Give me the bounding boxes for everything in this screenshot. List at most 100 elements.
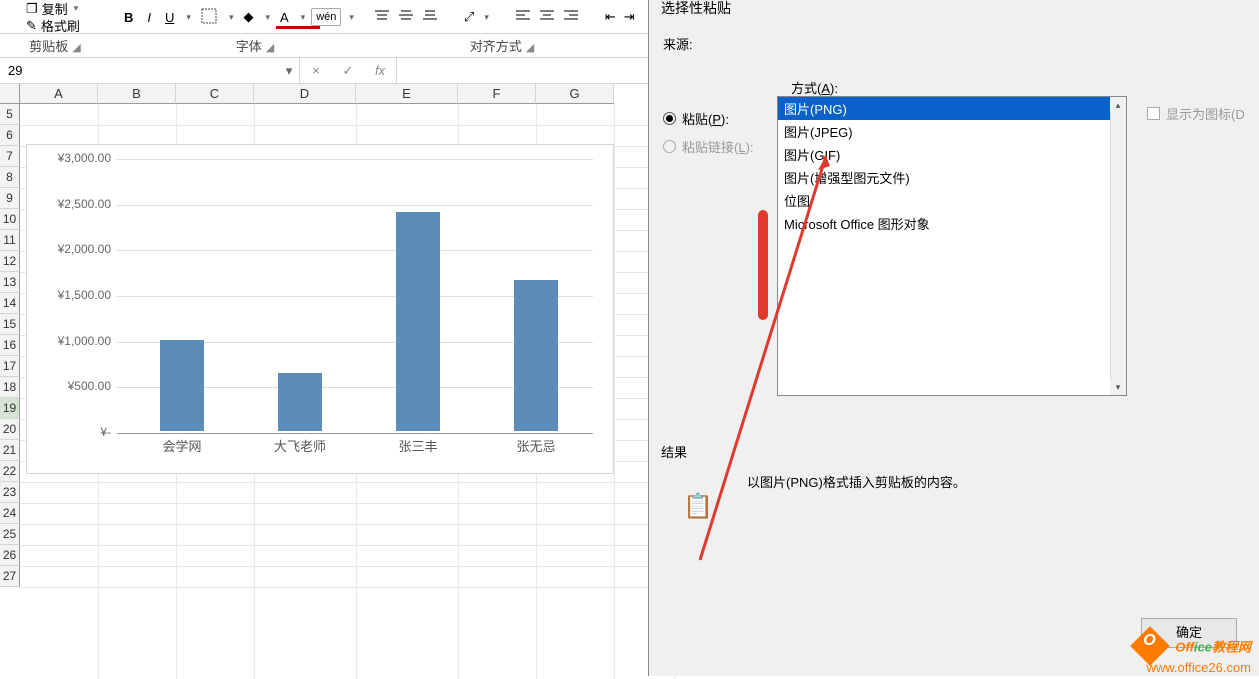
row-header[interactable]: 14 — [0, 293, 20, 314]
dropdown-caret-icon[interactable]: ▾ — [186, 12, 191, 23]
listbox-item[interactable]: 位图 — [778, 189, 1126, 212]
listbox-scrollbar[interactable]: ▴ ▾ — [1110, 97, 1126, 395]
chart-bar[interactable] — [514, 280, 558, 431]
format-painter-label[interactable]: 格式刷 — [41, 16, 80, 34]
checkbox-icon — [1147, 107, 1160, 120]
column-header[interactable]: F — [458, 84, 536, 104]
row-header[interactable]: 26 — [0, 545, 20, 566]
row-header[interactable]: 9 — [0, 188, 20, 209]
column-header[interactable]: D — [254, 84, 356, 104]
row-header[interactable]: 15 — [0, 314, 20, 335]
insert-function-button[interactable]: fx — [364, 63, 396, 78]
phonetic-button[interactable]: wén — [311, 8, 341, 26]
border-button[interactable] — [197, 6, 221, 29]
row-header[interactable]: 16 — [0, 335, 20, 356]
chart-plot-area: ¥-¥500.00¥1,000.00¥1,500.00¥2,000.00¥2,5… — [27, 145, 613, 473]
row-header[interactable]: 22 — [0, 461, 20, 482]
column-headers[interactable]: ABCDEFG — [20, 84, 614, 104]
column-header[interactable]: B — [98, 84, 176, 104]
alignment-group-tools: ⤢ ▾ ⇤ ⇥ — [364, 0, 645, 34]
show-as-icon-label: 显示为图标(D — [1166, 104, 1245, 123]
italic-button[interactable]: I — [143, 8, 155, 27]
row-header[interactable]: 7 — [0, 146, 20, 167]
scroll-up-button[interactable]: ▴ — [1110, 97, 1126, 113]
chart-bar[interactable] — [396, 212, 440, 431]
row-header[interactable]: 12 — [0, 251, 20, 272]
row-header[interactable]: 8 — [0, 167, 20, 188]
bold-button[interactable]: B — [120, 8, 137, 27]
row-header[interactable]: 6 — [0, 125, 20, 146]
align-right-button[interactable] — [563, 9, 579, 26]
align-center-button[interactable] — [539, 9, 555, 26]
listbox-item[interactable]: 图片(增强型图元文件) — [778, 166, 1126, 189]
source-label: 来源: — [663, 34, 1245, 53]
paste-link-radio-row: 粘贴链接(L): — [663, 132, 754, 160]
column-header[interactable]: G — [536, 84, 614, 104]
listbox-item[interactable]: 图片(GIF) — [778, 143, 1126, 166]
row-header[interactable]: 21 — [0, 440, 20, 461]
row-header[interactable]: 13 — [0, 272, 20, 293]
paste-radio-row[interactable]: 粘贴(P): — [663, 104, 754, 132]
align-middle-button[interactable] — [398, 9, 414, 26]
column-header[interactable]: A — [20, 84, 98, 104]
row-header[interactable]: 19 — [0, 398, 20, 419]
row-header[interactable]: 25 — [0, 524, 20, 545]
dropdown-caret-icon[interactable]: ▾ — [229, 12, 234, 23]
row-header[interactable]: 11 — [0, 230, 20, 251]
dropdown-caret-icon[interactable]: ▾ — [279, 63, 299, 79]
column-header[interactable]: C — [176, 84, 254, 104]
y-axis-tick-label: ¥- — [27, 425, 111, 439]
paste-format-listbox[interactable]: ▴ ▾ 图片(PNG)图片(JPEG)图片(GIF)图片(增强型图元文件)位图M… — [777, 96, 1127, 396]
format-painter-icon: ✎ — [26, 18, 37, 34]
dialog-launcher-icon[interactable]: ◢ — [266, 42, 274, 54]
name-box-input[interactable] — [0, 63, 279, 78]
clipboard-group: ❐ 复制 ▾ ✎ 格式刷 — [0, 0, 110, 34]
row-header[interactable]: 20 — [0, 419, 20, 440]
listbox-item[interactable]: 图片(PNG) — [778, 97, 1126, 120]
dropdown-caret-icon[interactable]: ▾ — [301, 12, 306, 23]
orientation-button[interactable]: ⤢ — [464, 9, 474, 25]
underline-button[interactable]: U — [161, 8, 178, 27]
fill-color-button[interactable]: ◆ — [239, 7, 257, 27]
chart-bar[interactable] — [160, 340, 204, 431]
column-header[interactable]: E — [356, 84, 458, 104]
row-header[interactable]: 5 — [0, 104, 20, 125]
row-header[interactable]: 17 — [0, 356, 20, 377]
enter-formula-button[interactable]: ✓ — [332, 63, 364, 79]
select-all-corner[interactable] — [0, 84, 20, 104]
alignment-group-label: 对齐方式 — [470, 39, 522, 54]
listbox-item[interactable]: Microsoft Office 图形对象 — [778, 212, 1126, 235]
cancel-formula-button[interactable]: × — [300, 63, 332, 78]
align-left-button[interactable] — [515, 9, 531, 26]
watermark-text: Off — [1175, 639, 1194, 654]
dialog-launcher-icon[interactable]: ◢ — [526, 42, 534, 54]
name-box[interactable]: ▾ — [0, 58, 300, 83]
dialog-title: 选择性粘贴 — [649, 0, 1259, 26]
dropdown-caret-icon[interactable]: ▾ — [349, 12, 354, 23]
dropdown-caret-icon[interactable]: ▾ — [74, 3, 79, 14]
row-headers[interactable]: 5678910111213141516171819202122232425262… — [0, 104, 20, 587]
row-header[interactable]: 18 — [0, 377, 20, 398]
align-top-button[interactable] — [374, 9, 390, 26]
row-header[interactable]: 23 — [0, 482, 20, 503]
row-header[interactable]: 24 — [0, 503, 20, 524]
clipboard-paste-icon: 📋 — [683, 492, 713, 521]
annotation-mark — [758, 210, 768, 320]
radio-checked-icon[interactable] — [663, 112, 676, 125]
font-color-button[interactable]: A — [276, 8, 293, 27]
dialog-launcher-icon[interactable]: ◢ — [72, 42, 80, 54]
row-header[interactable]: 27 — [0, 566, 20, 587]
align-bottom-button[interactable] — [422, 9, 438, 26]
decrease-indent-button[interactable]: ⇤ — [605, 9, 616, 25]
embedded-chart[interactable]: ¥-¥500.00¥1,000.00¥1,500.00¥2,000.00¥2,5… — [26, 144, 614, 474]
listbox-item[interactable]: 图片(JPEG) — [778, 120, 1126, 143]
row-header[interactable]: 10 — [0, 209, 20, 230]
chart-bar[interactable] — [278, 373, 322, 431]
scroll-down-button[interactable]: ▾ — [1110, 379, 1126, 395]
method-label: 方式(A): — [791, 78, 838, 97]
dropdown-caret-icon[interactable]: ▾ — [484, 12, 489, 23]
increase-indent-button[interactable]: ⇥ — [624, 9, 635, 25]
x-axis-label: 会学网 — [123, 436, 241, 455]
y-axis-tick-label: ¥1,000.00 — [27, 334, 111, 348]
dropdown-caret-icon[interactable]: ▾ — [265, 12, 270, 23]
